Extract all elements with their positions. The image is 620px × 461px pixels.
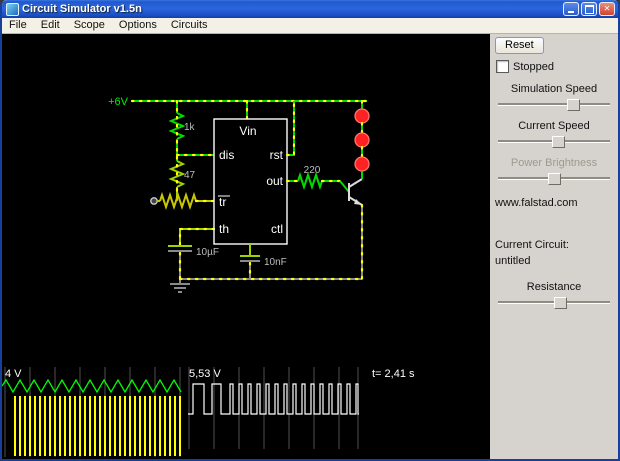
resistor-47[interactable]: 47 bbox=[168, 139, 196, 201]
stopped-label: Stopped bbox=[513, 60, 554, 73]
window-controls: ✕ bbox=[563, 2, 615, 16]
resistor-220-label: 220 bbox=[304, 165, 321, 176]
slider-thumb[interactable] bbox=[548, 173, 562, 185]
control-panel: Reset Stopped Simulation Speed Current S… bbox=[490, 34, 618, 459]
scope-time-label: t= 2,41 s bbox=[372, 368, 415, 380]
window-title: Circuit Simulator v1.5n bbox=[22, 3, 142, 15]
ic-555-timer[interactable]: Vin dis rst tr out th ctl bbox=[213, 118, 288, 245]
menu-options[interactable]: Options bbox=[112, 18, 164, 33]
minimize-button[interactable] bbox=[563, 2, 579, 16]
pin-tr-label: tr bbox=[219, 195, 226, 209]
supply-voltage-label[interactable]: +6V bbox=[108, 96, 129, 108]
stopped-row: Stopped bbox=[496, 60, 614, 73]
stopped-checkbox[interactable] bbox=[496, 60, 509, 73]
wire-rst[interactable] bbox=[285, 99, 296, 157]
resistor-1k-label: 1k bbox=[184, 122, 196, 133]
pin-ctl-label: ctl bbox=[271, 222, 283, 236]
pin-rst-label: rst bbox=[270, 148, 284, 162]
circuit-canvas[interactable]: +6V 1k 47 10µF Vin dis rst tr out th ctl… bbox=[2, 34, 490, 459]
slider-track bbox=[498, 103, 610, 106]
pin-out-label: out bbox=[266, 174, 283, 188]
ground-symbol[interactable] bbox=[170, 279, 190, 293]
led-1[interactable] bbox=[354, 108, 370, 124]
maximize-icon bbox=[584, 4, 594, 14]
pot-terminal-post[interactable] bbox=[150, 197, 158, 205]
website-link[interactable]: www.falstad.com bbox=[495, 197, 614, 209]
titlebar[interactable]: Circuit Simulator v1.5n ✕ bbox=[2, 0, 618, 18]
current-circuit-label: Current Circuit: bbox=[495, 239, 569, 251]
capacitor-10uF[interactable]: 10µF bbox=[168, 245, 219, 281]
power-brightness-label: Power Brightness bbox=[510, 157, 598, 169]
menu-circuits[interactable]: Circuits bbox=[164, 18, 215, 33]
menu-scope[interactable]: Scope bbox=[67, 18, 112, 33]
capacitor-10nF[interactable]: 10nF bbox=[240, 244, 287, 281]
scope-left-green-trace bbox=[2, 378, 182, 394]
led-2[interactable] bbox=[354, 132, 370, 148]
menubar: File Edit Scope Options Circuits bbox=[2, 18, 618, 34]
reset-button[interactable]: Reset bbox=[495, 37, 544, 54]
transistor-npn[interactable] bbox=[348, 178, 363, 206]
app-icon bbox=[6, 2, 19, 16]
slider-thumb[interactable] bbox=[554, 297, 567, 309]
simulation-speed-label: Simulation Speed bbox=[510, 83, 598, 95]
resistor-220[interactable]: 220 bbox=[285, 165, 350, 193]
maximize-button[interactable] bbox=[581, 2, 597, 16]
close-button[interactable]: ✕ bbox=[599, 2, 615, 16]
resistor-1k[interactable]: 1k bbox=[168, 101, 196, 140]
minimize-icon bbox=[568, 11, 574, 13]
menu-edit[interactable]: Edit bbox=[34, 18, 67, 33]
led-3[interactable] bbox=[354, 156, 370, 172]
potentiometer[interactable] bbox=[150, 191, 216, 211]
slider-thumb[interactable] bbox=[551, 136, 565, 148]
current-speed-slider[interactable] bbox=[498, 135, 610, 148]
resistance-label: Resistance bbox=[526, 281, 582, 293]
led-chain[interactable] bbox=[354, 99, 370, 179]
resistance-slider[interactable] bbox=[498, 296, 610, 309]
power-brightness-slider[interactable] bbox=[498, 172, 610, 185]
menu-file[interactable]: File bbox=[2, 18, 34, 33]
pin-th-label: th bbox=[219, 222, 229, 236]
scope-left-voltage: 4 V bbox=[5, 368, 22, 380]
content-area: +6V 1k 47 10µF Vin dis rst tr out th ctl… bbox=[2, 34, 618, 459]
simulation-speed-slider[interactable] bbox=[498, 98, 610, 111]
wire-th[interactable] bbox=[178, 227, 216, 248]
resistor-47-label: 47 bbox=[184, 170, 196, 181]
pin-vin-label: Vin bbox=[239, 124, 256, 138]
current-speed-label: Current Speed bbox=[518, 120, 590, 132]
slider-thumb[interactable] bbox=[567, 99, 581, 111]
app-window: Circuit Simulator v1.5n ✕ File Edit Scop… bbox=[0, 0, 620, 461]
capacitor-10nF-label: 10nF bbox=[264, 257, 287, 268]
current-circuit-value: untitled bbox=[495, 255, 531, 267]
capacitor-10uF-label: 10µF bbox=[196, 247, 219, 258]
pin-dis-label: dis bbox=[219, 148, 234, 162]
scope-right-voltage: 5,53 V bbox=[189, 368, 221, 380]
